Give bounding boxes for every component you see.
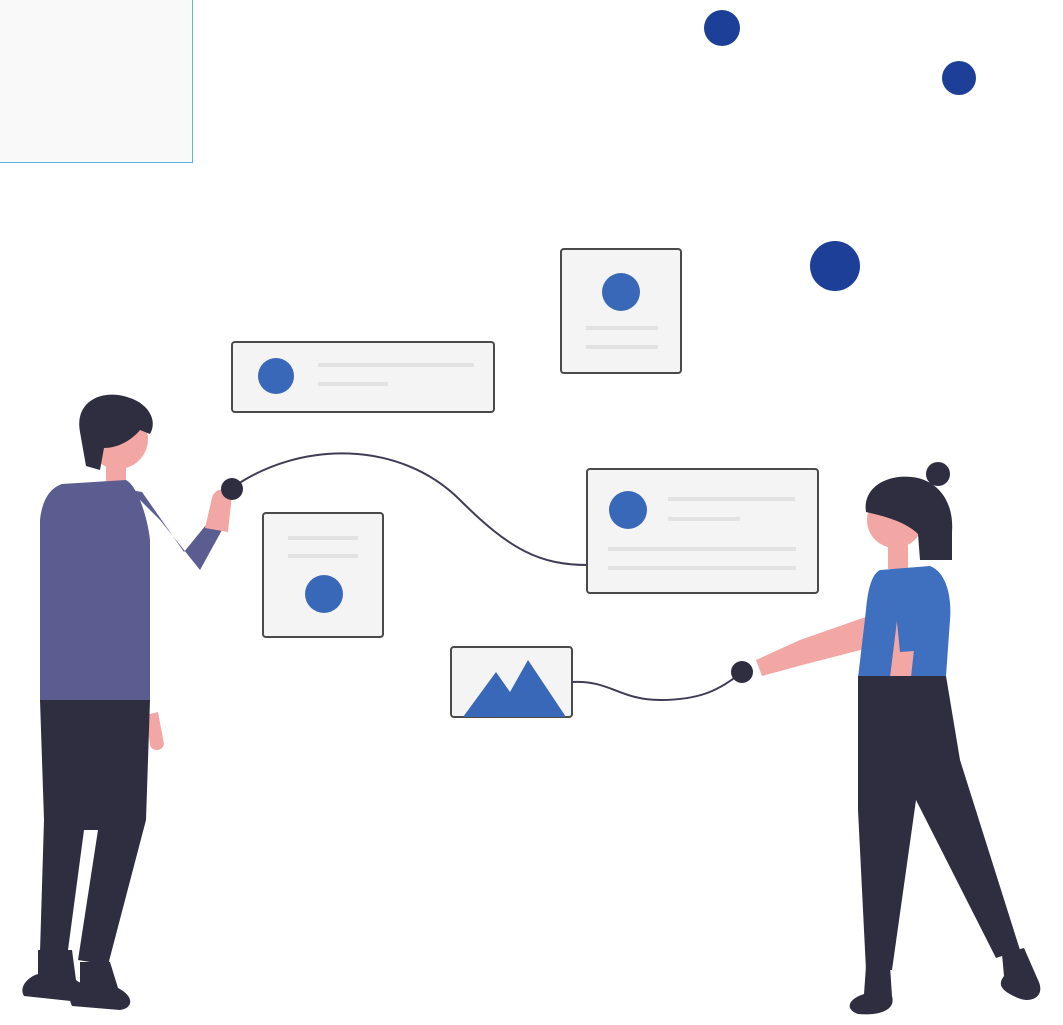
avatar-circle-icon bbox=[305, 575, 343, 613]
profile-card-small-center bbox=[262, 512, 384, 638]
profile-card-small-top bbox=[560, 248, 682, 374]
avatar-circle-icon bbox=[609, 491, 647, 529]
pointer-knob bbox=[731, 661, 753, 683]
connector-line-right bbox=[571, 671, 743, 702]
profile-card-wide bbox=[231, 341, 495, 413]
person-man bbox=[22, 394, 243, 1010]
profile-card-detail bbox=[586, 468, 819, 594]
image-card bbox=[450, 646, 573, 718]
collaboration-scene bbox=[22, 248, 1041, 1015]
avatar-circle-icon bbox=[602, 273, 640, 311]
pointer-knob bbox=[221, 478, 243, 500]
avatar-circle-icon bbox=[258, 358, 294, 394]
illustration-canvas bbox=[0, 0, 1063, 1025]
